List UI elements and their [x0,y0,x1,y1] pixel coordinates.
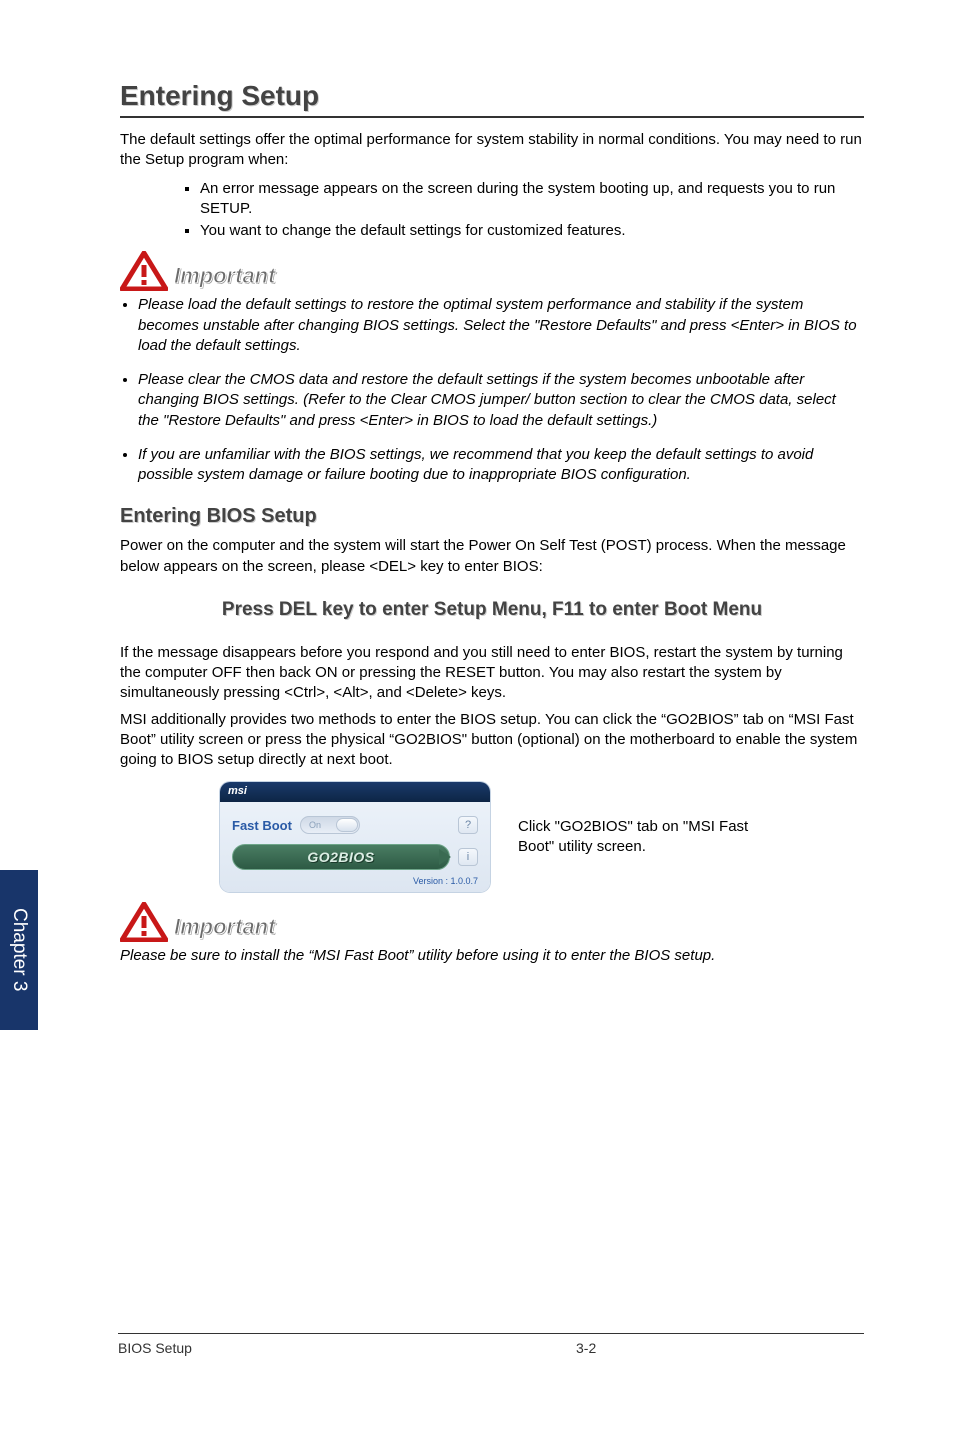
toggle-state-label: On [309,820,321,830]
press-del-line: Press DEL key to enter Setup Menu, F11 t… [120,599,864,621]
fastboot-toggle[interactable]: On [300,816,360,834]
important-block-2: Important Please be sure to install the … [120,902,864,966]
section-heading: Entering BIOS Setup [120,505,864,528]
fastboot-brand: msi [220,782,490,802]
paragraph: If the message disappears before you res… [120,643,864,704]
paragraph: MSI additionally provides two methods to… [120,710,864,771]
main-bullet-list: An error message appears on the screen d… [200,179,864,242]
fastboot-version: Version : 1.0.0.7 [232,876,478,886]
footer-section-name: BIOS Setup [118,1340,406,1356]
important-label: Important [174,263,275,289]
fastboot-screenshot: msi Fast Boot On ? GO2BIOS i [220,782,490,892]
warning-triangle-icon [120,251,168,291]
arrow-right-icon [439,849,451,865]
intro-paragraph: The default settings offer the optimal p… [120,130,864,171]
important-label: Important [174,914,275,940]
fastboot-label: Fast Boot [232,818,292,833]
important-note: Please be sure to install the “MSI Fast … [120,946,864,966]
paragraph: Power on the computer and the system wil… [120,536,864,577]
important-list: Please load the default settings to rest… [138,295,864,485]
list-item: An error message appears on the screen d… [200,179,864,220]
footer-page-number: 3-2 [406,1340,864,1356]
list-item: Please clear the CMOS data and restore t… [138,370,864,431]
warning-triangle-icon [120,902,168,942]
important-block-1: Important Please load the default settin… [120,251,864,485]
go2bios-button[interactable]: GO2BIOS [232,844,450,870]
fastboot-description: Click "GO2BIOS" tab on "MSI Fast Boot" u… [518,817,778,858]
list-item: If you are unfamiliar with the BIOS sett… [138,445,864,486]
toggle-knob [336,818,358,832]
list-item: You want to change the default settings … [200,221,864,241]
list-item: Please load the default settings to rest… [138,295,864,356]
go2bios-button-label: GO2BIOS [307,849,374,865]
help-icon[interactable]: ? [458,816,478,834]
chapter-tab: Chapter 3 [0,870,38,1030]
page-footer: BIOS Setup 3-2 [118,1333,864,1356]
info-icon[interactable]: i [458,848,478,866]
page-title: Entering Setup [120,80,864,118]
